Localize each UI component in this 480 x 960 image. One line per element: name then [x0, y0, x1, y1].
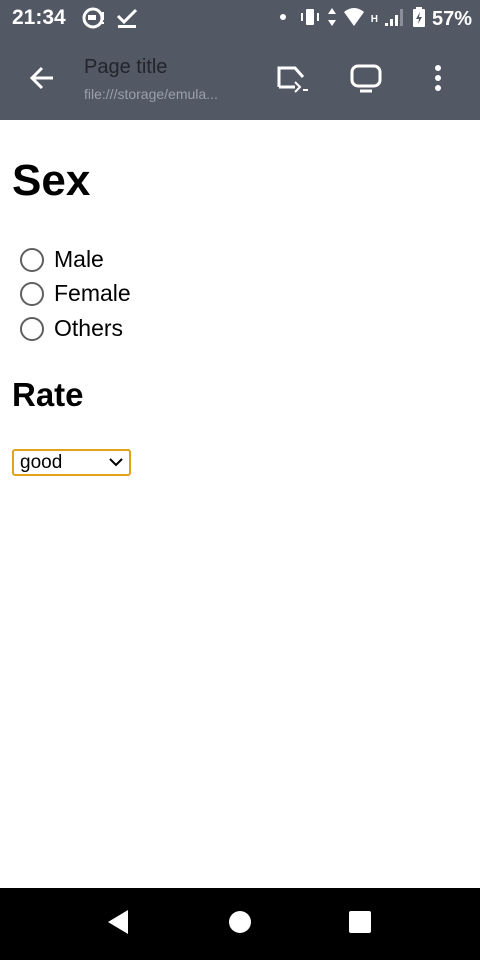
radio-circle[interactable] [20, 281, 44, 306]
dot-icon [273, 6, 293, 33]
check-icon [116, 6, 138, 35]
radio-label-female: Female [54, 280, 131, 306]
data-arrows-icon [327, 6, 337, 33]
back-arrow-icon [28, 64, 56, 97]
rate-heading: Rate [12, 376, 84, 413]
network-type: H [370, 14, 378, 25]
status-bar: 21:34 H 57% [0, 0, 480, 36]
status-time: 21:34 [12, 6, 66, 29]
nav-recents-button[interactable] [342, 906, 378, 942]
radio-circle[interactable] [20, 316, 44, 341]
sex-heading: Sex [12, 156, 91, 205]
recents-square-icon [348, 910, 372, 939]
more-vert-icon [433, 64, 443, 97]
system-nav-bar [0, 888, 480, 960]
back-triangle-icon [106, 909, 130, 940]
rate-select-value: good [20, 451, 63, 473]
home-circle-icon [228, 910, 252, 939]
radio-label-others: Others [54, 315, 124, 341]
chevron-down-icon [109, 454, 123, 472]
cast-button[interactable] [272, 60, 312, 100]
battery-charging-icon [412, 6, 426, 33]
rate-select[interactable]: good [12, 449, 131, 476]
page-content: Sex Male Female Others Rate good [0, 120, 480, 888]
vibrate-icon [299, 6, 321, 33]
status-right-icons: H 57% [273, 6, 472, 33]
radio-female[interactable]: Female [20, 280, 131, 307]
more-options-button[interactable] [418, 60, 458, 100]
cast-icon [275, 63, 309, 98]
signal-icon [384, 7, 406, 32]
radio-others[interactable]: Others [20, 315, 123, 342]
radio-circle[interactable] [20, 247, 44, 272]
screen-button[interactable] [346, 60, 386, 100]
radio-label-male: Male [54, 246, 104, 272]
wifi-icon [343, 7, 365, 32]
page-url: file:///storage/emula... [84, 86, 218, 102]
radio-male[interactable]: Male [20, 246, 104, 273]
page-title: Page title [84, 56, 168, 78]
browser-toolbar: Page title file:///storage/emula... [0, 36, 480, 120]
messenger-icon [82, 6, 106, 35]
screen-icon [350, 63, 382, 98]
back-button[interactable] [22, 60, 62, 100]
nav-back-button[interactable] [100, 906, 136, 942]
battery-percent: 57% [431, 8, 472, 30]
nav-home-button[interactable] [222, 906, 258, 942]
